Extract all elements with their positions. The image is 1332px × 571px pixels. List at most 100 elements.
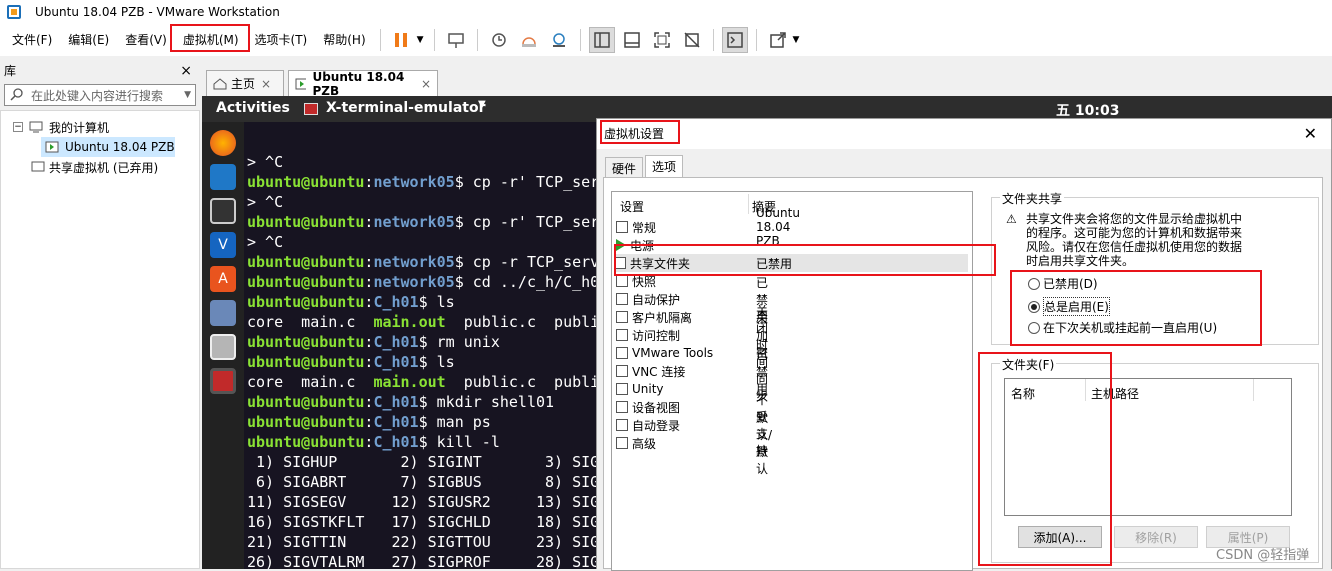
terminal-line: ubuntu@ubuntu:C_h01$ kill -l: [247, 432, 596, 452]
terminal-line: core main.c main.out public.c publi: [247, 372, 596, 392]
tab-hardware[interactable]: 硬件: [605, 157, 644, 177]
terminal-line: ubuntu@ubuntu:C_h01$ ls: [247, 292, 596, 312]
show-library-button[interactable]: [588, 27, 615, 53]
menu-help[interactable]: 帮助(H): [315, 24, 373, 56]
close-icon[interactable]: ×: [180, 60, 192, 82]
highlight-box: [600, 120, 680, 144]
terminal-text: ubuntu@ubuntu: [247, 213, 365, 231]
settings-row[interactable]: VNC 连接 已禁用: [616, 348, 768, 396]
setting-icon: [616, 329, 628, 341]
tree-item-shared-vms[interactable]: 共享虚拟机 (已弃用): [1, 157, 199, 177]
console-icon: [726, 32, 743, 48]
terminal-line: ubuntu@ubuntu:network05$ cp -r' TCP_ser: [247, 172, 596, 192]
setting-icon: [616, 221, 628, 233]
terminal-text: core main.c: [247, 373, 374, 391]
terminal-text: > ^C: [247, 153, 284, 171]
terminal-line: ubuntu@ubuntu:network05$ cd ../c_h/C_h0: [247, 272, 596, 292]
chevron-down-icon[interactable]: ▼: [793, 35, 800, 45]
clock[interactable]: 五 10:03: [1056, 100, 1119, 120]
settings-row[interactable]: Unity: [616, 380, 664, 398]
library-search[interactable]: 在此处键入内容进行搜索 ▼: [4, 84, 196, 106]
menu-view[interactable]: 查看(V): [117, 24, 175, 56]
tab-ubuntu-vm[interactable]: Ubuntu 18.04 PZB ×: [288, 70, 438, 98]
menu-tabs[interactable]: 选项卡(T): [247, 24, 316, 56]
terminal-text: 6) SIGABRT 7) SIGBUS 8) SIG: [247, 473, 596, 491]
library-tree: − 我的计算机 Ubuntu 18.04 PZB 共享虚拟机 (已弃用): [0, 110, 200, 569]
thumbnail-bar-button[interactable]: [619, 27, 645, 53]
column-header-setting[interactable]: 设置: [620, 198, 644, 215]
settings-row[interactable]: 自动保护 已禁用: [616, 276, 768, 324]
menu-file[interactable]: 文件(F): [4, 24, 60, 56]
terminal-text: > ^C: [247, 233, 284, 251]
unity-button[interactable]: [679, 27, 705, 53]
toolbar-divider: [755, 29, 757, 51]
settings-row[interactable]: 常规 Ubuntu 18.04 PZB: [616, 206, 800, 248]
tree-item-my-computer[interactable]: − 我的计算机: [1, 117, 199, 137]
setting-name: 客户机隔离: [632, 310, 693, 325]
firefox-icon[interactable]: [210, 130, 236, 156]
terminal-output[interactable]: > ^C ubuntu@ubuntu:network05$ cp -r' TCP_…: [244, 122, 596, 569]
settings-row[interactable]: VMware Tools 关闭时间同步: [616, 304, 768, 403]
toolbar-divider: [379, 29, 381, 51]
console-view-button[interactable]: [721, 27, 748, 53]
terminal-text: 16) SIGSTKFLT 17) SIGCHLD 18) SIG: [247, 513, 596, 531]
terminal-text: $ kill -l: [418, 433, 500, 451]
settings-row[interactable]: 自动登录 不受支持: [616, 393, 768, 458]
column-divider: [748, 194, 749, 214]
activities-button[interactable]: Activities: [216, 100, 290, 116]
terminal-text: network05: [373, 173, 455, 191]
app-menu[interactable]: X-terminal-emulator: [326, 100, 485, 116]
terminal-text: $ cp -r' TCP_ser: [454, 213, 596, 231]
terminal-icon[interactable]: [210, 198, 236, 224]
chevron-down-icon[interactable]: ▼: [184, 90, 191, 100]
terminal-line: > ^C: [247, 232, 596, 252]
setting-icon: [616, 293, 628, 305]
chevron-down-icon[interactable]: ▼: [478, 99, 486, 110]
remove-button[interactable]: 移除(R): [1114, 526, 1198, 548]
full-screen-button[interactable]: [649, 27, 675, 53]
thumbnail-icon: [623, 32, 640, 48]
terminal-line: ubuntu@ubuntu:C_h01$ ls: [247, 352, 596, 372]
home-icon: [213, 77, 227, 89]
settings-row[interactable]: 客户机隔离: [616, 308, 692, 326]
software-center-icon[interactable]: A: [210, 266, 236, 292]
tab-home[interactable]: 主页 ×: [206, 70, 284, 96]
revert-icon: [521, 37, 536, 47]
terminal-text: $ ls: [418, 293, 455, 311]
terminal-text: $ cd ../c_h/C_h0: [454, 273, 596, 291]
terminal-text: main.out: [373, 373, 446, 391]
terminal-line: ubuntu@ubuntu:network05$ cp -r TCP_serv: [247, 252, 596, 272]
collapse-icon[interactable]: −: [13, 122, 23, 132]
watermark: CSDN @轻指弹: [1216, 548, 1310, 563]
close-icon[interactable]: ×: [261, 77, 271, 91]
vnc-viewer-icon[interactable]: V: [210, 232, 236, 258]
close-icon[interactable]: ×: [421, 77, 431, 91]
stretch-button[interactable]: [765, 27, 791, 53]
snapshot-manager-button[interactable]: [546, 27, 572, 53]
send-ctrl-alt-del-button[interactable]: [443, 27, 469, 53]
snapshot-button[interactable]: [486, 27, 512, 53]
chevron-down-icon[interactable]: ▼: [417, 35, 424, 45]
terminal-text: $ rm unix: [418, 333, 500, 351]
settings-row[interactable]: 高级 默认/默认: [616, 411, 772, 476]
revert-snapshot-button[interactable]: [516, 27, 542, 53]
vscode-icon[interactable]: [210, 164, 236, 190]
vmware-logo-icon: [7, 5, 21, 19]
close-icon[interactable]: ✕: [1304, 119, 1317, 149]
tab-options[interactable]: 选项: [645, 155, 684, 177]
settings-row[interactable]: 访问控制 未加密: [616, 312, 768, 360]
terminal-text: $ ls: [418, 353, 455, 371]
terminal-text: 11) SIGSEGV 12) SIGUSR2 13) SIG: [247, 493, 596, 511]
terminal-line: ubuntu@ubuntu:C_h01$ rm unix: [247, 332, 596, 352]
files-icon[interactable]: [210, 334, 236, 360]
setting-name: VMware Tools: [632, 346, 714, 360]
pause-icon: [394, 33, 407, 47]
network-icon[interactable]: [210, 300, 236, 326]
menu-edit[interactable]: 编辑(E): [60, 24, 117, 56]
setting-name: 常规: [632, 220, 657, 235]
x-terminal-icon[interactable]: [210, 368, 236, 394]
settings-row[interactable]: 设备视图: [616, 398, 680, 416]
terminal-line: 6) SIGABRT 7) SIGBUS 8) SIG: [247, 472, 596, 492]
pause-button[interactable]: [389, 27, 415, 53]
tree-item-ubuntu-vm[interactable]: Ubuntu 18.04 PZB: [41, 137, 175, 157]
